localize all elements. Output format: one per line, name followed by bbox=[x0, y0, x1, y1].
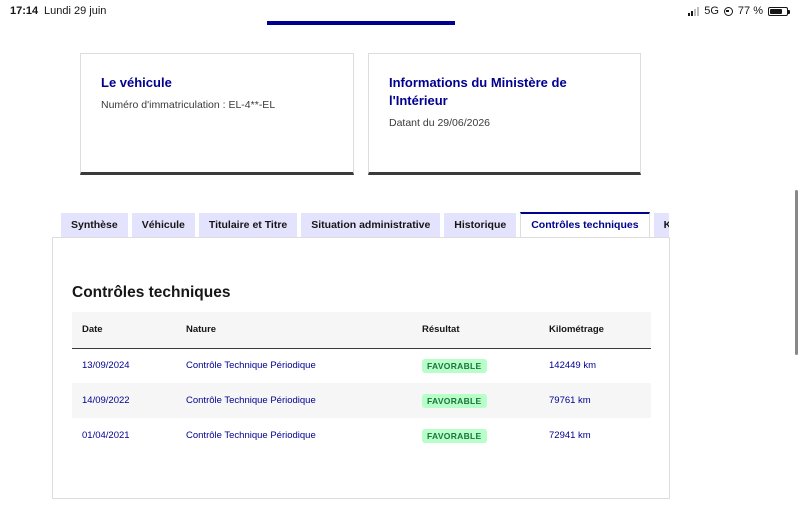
signal-icon bbox=[688, 6, 700, 16]
status-date: Lundi 29 juin bbox=[44, 5, 107, 17]
inspection-mileage: 72941 km bbox=[549, 430, 591, 441]
tab-bar: Synthèse Véhicule Titulaire et Titre Sit… bbox=[61, 212, 669, 238]
inspection-mileage: 142449 km bbox=[549, 360, 597, 372]
inspection-date: 13/09/2024 bbox=[82, 360, 130, 372]
inspection-nature: Contrôle Technique Périodique bbox=[186, 360, 316, 372]
inspection-date: 14/09/2022 bbox=[82, 395, 130, 406]
vehicle-card: Le véhicule Numéro d'immatriculation : E… bbox=[80, 53, 354, 175]
column-header-result: Résultat bbox=[422, 324, 460, 336]
tab-historique[interactable]: Historique bbox=[444, 213, 517, 238]
network-label: 5G bbox=[704, 5, 719, 17]
column-header-date: Date bbox=[82, 324, 103, 336]
tab-synthese[interactable]: Synthèse bbox=[61, 213, 128, 238]
tab-kilometrage[interactable]: Kilométrage bbox=[653, 213, 669, 238]
page-scrollbar[interactable] bbox=[795, 190, 798, 355]
ministry-card-title: Informations du Ministère de l'Intérieur bbox=[389, 75, 567, 108]
inspection-date: 01/04/2021 bbox=[82, 430, 130, 441]
table-row: 01/04/2021 Contrôle Technique Périodique… bbox=[72, 418, 651, 453]
orientation-lock-icon bbox=[723, 6, 733, 16]
result-badge: FAVORABLE bbox=[422, 428, 487, 443]
column-header-nature: Nature bbox=[186, 324, 217, 336]
status-time: 17:14 bbox=[10, 5, 39, 17]
result-badge: FAVORABLE bbox=[422, 358, 487, 373]
column-header-mileage: Kilométrage bbox=[549, 324, 604, 336]
ministry-card-date: Datant du 29/06/2026 bbox=[389, 117, 491, 129]
battery-percent: 77 % bbox=[737, 5, 763, 17]
header-accent-bar bbox=[267, 21, 455, 25]
tab-situation-administrative[interactable]: Situation administrative bbox=[301, 213, 441, 238]
tab-panel: Contrôles techniques Date Nature Résulta… bbox=[52, 237, 670, 499]
tab-controles-techniques[interactable]: Contrôles techniques bbox=[520, 212, 650, 238]
vehicle-card-title: Le véhicule bbox=[101, 75, 172, 90]
table-row: 13/09/2024 Contrôle Technique Périodique… bbox=[72, 348, 651, 383]
battery-icon bbox=[768, 6, 790, 16]
result-badge: FAVORABLE bbox=[422, 393, 487, 408]
status-bar: 17:14 Lundi 29 juin 5G 77 % bbox=[0, 0, 800, 22]
tab-titulaire-et-titre[interactable]: Titulaire et Titre bbox=[198, 213, 298, 238]
inspections-table: Date Nature Résultat Kilométrage 13/09/2… bbox=[72, 312, 651, 453]
inspection-mileage: 79761 km bbox=[549, 395, 591, 406]
section-title: Contrôles techniques bbox=[72, 284, 231, 301]
table-row: 14/09/2022 Contrôle Technique Périodique… bbox=[72, 383, 651, 418]
inspection-nature: Contrôle Technique Périodique bbox=[186, 395, 316, 406]
tab-vehicule[interactable]: Véhicule bbox=[131, 213, 195, 238]
status-indicators: 5G 77 % bbox=[688, 5, 790, 17]
table-header-row: Date Nature Résultat Kilométrage bbox=[72, 312, 651, 348]
ministry-card: Informations du Ministère de l'Intérieur… bbox=[368, 53, 641, 175]
registration-number: Numéro d'immatriculation : EL-4**-EL bbox=[101, 99, 276, 111]
inspection-nature: Contrôle Technique Périodique bbox=[186, 430, 316, 441]
